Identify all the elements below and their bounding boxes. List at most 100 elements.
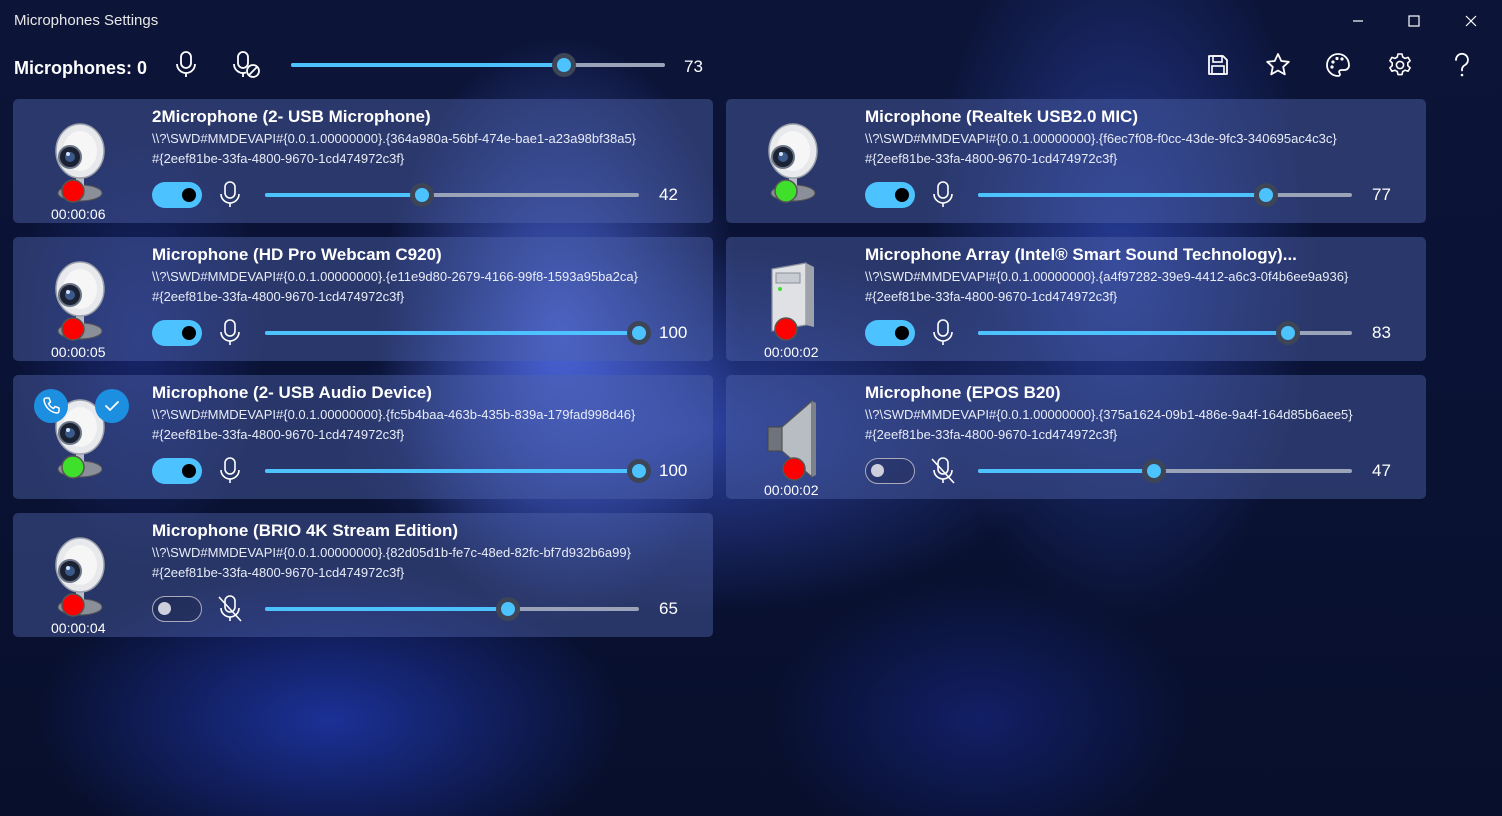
device-mute-button[interactable]	[930, 181, 956, 209]
device-id-line1: \\?\SWD#MMDEVAPI#{0.0.1.00000000}.{e11e9…	[152, 269, 638, 284]
slider-fill	[978, 331, 1289, 335]
device-enable-toggle[interactable]	[152, 458, 202, 484]
device-id-line1: \\?\SWD#MMDEVAPI#{0.0.1.00000000}.{82d05…	[152, 545, 631, 560]
title-bar: Microphones Settings	[0, 0, 1502, 40]
slider-thumb[interactable]	[1276, 321, 1301, 345]
settings-button[interactable]	[1380, 45, 1420, 85]
device-card: Microphone (Realtek USB2.0 MIC) \\?\SWD#…	[726, 99, 1426, 223]
device-id-line1: \\?\SWD#MMDEVAPI#{0.0.1.00000000}.{a4f97…	[865, 269, 1349, 284]
slider-thumb[interactable]	[496, 597, 521, 621]
help-button[interactable]	[1442, 45, 1482, 85]
speaker-icon	[756, 397, 830, 481]
device-volume-slider[interactable]	[978, 321, 1352, 345]
close-icon	[1465, 15, 1477, 27]
microphone-icon	[933, 181, 953, 207]
maximize-button[interactable]	[1391, 6, 1437, 36]
slider-thumb[interactable]	[1141, 459, 1166, 483]
device-timer: 00:00:06	[51, 206, 106, 222]
device-id-line2: #{2eef81be-33fa-4800-9670-1cd474972c3f}	[152, 151, 405, 166]
microphones-count: Microphones: 0	[14, 58, 148, 78]
device-name: Microphone Array (Intel® Smart Sound Tec…	[865, 245, 1297, 264]
device-timer: 00:00:05	[51, 344, 106, 360]
device-enable-toggle[interactable]	[152, 320, 202, 346]
device-card: Microphone (2- USB Audio Device) \\?\SWD…	[13, 375, 713, 499]
device-name: Microphone (Realtek USB2.0 MIC)	[865, 107, 1138, 126]
slider-fill	[265, 331, 639, 335]
webcam-icon	[43, 121, 117, 205]
favorites-button[interactable]	[1258, 45, 1298, 85]
device-volume-value: 83	[1372, 323, 1391, 342]
theme-button[interactable]	[1318, 45, 1358, 85]
webcam-icon	[756, 121, 830, 205]
device-mute-button[interactable]	[930, 319, 956, 347]
device-volume-slider[interactable]	[265, 597, 639, 621]
slider-fill	[978, 469, 1154, 473]
device-volume-value: 100	[659, 461, 688, 480]
save-icon	[1208, 55, 1228, 75]
microphone-icon	[220, 457, 240, 483]
master-volume-slider[interactable]	[291, 53, 665, 77]
device-id-line2: #{2eef81be-33fa-4800-9670-1cd474972c3f}	[152, 289, 405, 304]
microphone-off-icon	[218, 595, 242, 622]
gear-icon	[1389, 53, 1411, 76]
slider-fill	[265, 607, 509, 611]
microphone-icon	[220, 319, 240, 345]
device-name: Microphone (HD Pro Webcam C920)	[152, 245, 442, 264]
device-mute-button[interactable]	[217, 595, 243, 623]
device-mute-button[interactable]	[217, 457, 243, 485]
device-enable-toggle[interactable]	[152, 596, 202, 622]
palette-icon	[1326, 53, 1350, 77]
star-icon	[1266, 53, 1290, 76]
save-button[interactable]	[1198, 45, 1238, 85]
microphone-off-icon	[931, 457, 955, 484]
device-volume-slider[interactable]	[265, 459, 651, 483]
slider-fill	[978, 193, 1266, 197]
device-enable-toggle[interactable]	[865, 182, 915, 208]
device-timer: 00:00:02	[764, 344, 819, 360]
webcam-icon	[43, 259, 117, 343]
device-volume-value: 100	[659, 323, 688, 342]
device-id-line2: #{2eef81be-33fa-4800-9670-1cd474972c3f}	[865, 289, 1118, 304]
microphone-settings-button[interactable]	[226, 45, 266, 85]
device-mute-button[interactable]	[930, 457, 956, 485]
device-volume-slider[interactable]	[978, 183, 1352, 207]
device-volume-slider[interactable]	[265, 183, 639, 207]
master-volume-value: 73	[684, 57, 703, 76]
slider-thumb[interactable]	[1253, 183, 1278, 207]
slider-thumb[interactable]	[552, 53, 577, 77]
device-volume-slider[interactable]	[265, 321, 651, 345]
device-card: 00:00:06 2Microphone (2- USB Microphone)…	[13, 99, 713, 223]
close-button[interactable]	[1448, 6, 1494, 36]
slider-thumb[interactable]	[627, 321, 651, 345]
slider-thumb[interactable]	[410, 183, 435, 207]
slider-thumb[interactable]	[627, 459, 651, 483]
device-name: Microphone (EPOS B20)	[865, 383, 1061, 402]
minimize-button[interactable]	[1335, 6, 1381, 36]
device-mute-button[interactable]	[217, 319, 243, 347]
device-volume-slider[interactable]	[978, 459, 1352, 483]
slider-fill	[265, 193, 423, 197]
device-id-line1: \\?\SWD#MMDEVAPI#{0.0.1.00000000}.{364a9…	[152, 131, 637, 146]
checkmark-icon	[95, 389, 129, 423]
device-name: Microphone (2- USB Audio Device)	[152, 383, 432, 402]
device-card: 00:00:04 Microphone (BRIO 4K Stream Edit…	[13, 513, 713, 637]
help-icon	[1455, 52, 1469, 77]
phone-icon	[34, 389, 68, 423]
device-id-line2: #{2eef81be-33fa-4800-9670-1cd474972c3f}	[152, 565, 405, 580]
microphone-icon	[176, 51, 196, 77]
device-id-line2: #{2eef81be-33fa-4800-9670-1cd474972c3f}	[865, 151, 1118, 166]
microphone-icon	[933, 319, 953, 345]
device-card: 00:00:02 Microphone (EPOS B20) \\?\SWD#M…	[726, 375, 1426, 499]
device-enable-toggle[interactable]	[152, 182, 202, 208]
device-enable-toggle[interactable]	[865, 320, 915, 346]
microphone-off-icon	[233, 51, 260, 78]
device-volume-value: 42	[659, 185, 678, 204]
device-enable-toggle[interactable]	[865, 458, 915, 484]
device-mute-button[interactable]	[217, 181, 243, 209]
device-id-line2: #{2eef81be-33fa-4800-9670-1cd474972c3f}	[152, 427, 405, 442]
mute-all-button[interactable]	[166, 45, 206, 85]
device-id-line2: #{2eef81be-33fa-4800-9670-1cd474972c3f}	[865, 427, 1118, 442]
device-id-line1: \\?\SWD#MMDEVAPI#{0.0.1.00000000}.{fc5b4…	[152, 407, 636, 422]
device-id-line1: \\?\SWD#MMDEVAPI#{0.0.1.00000000}.{375a1…	[865, 407, 1353, 422]
webcam-icon	[43, 535, 117, 619]
